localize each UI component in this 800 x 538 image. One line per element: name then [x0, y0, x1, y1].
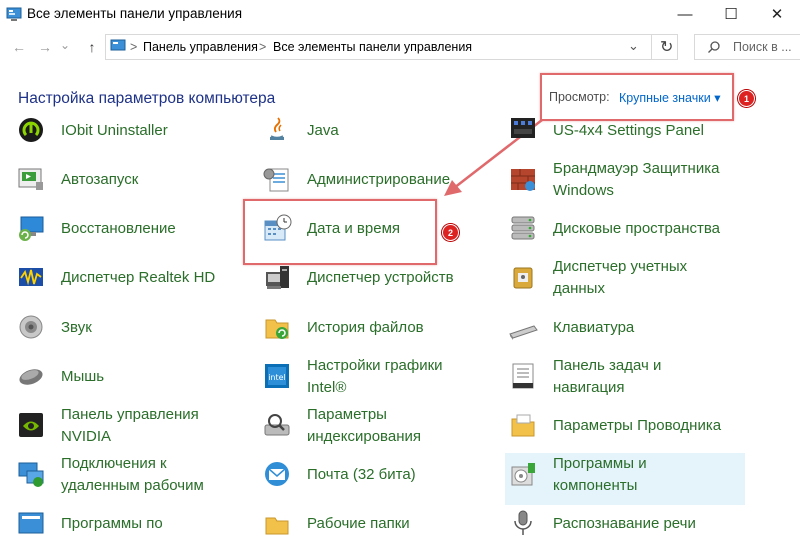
- keyboard-icon: [509, 325, 538, 340]
- recent-locations-button[interactable]: ⌄: [58, 35, 72, 55]
- svg-text:intel: intel: [268, 373, 286, 382]
- control-panel-item-label: Панель задач и навигация: [553, 357, 662, 396]
- control-panel-item-label: Клавиатура: [553, 319, 635, 336]
- view-label: Просмотр:: [549, 90, 610, 104]
- programs-features-icon: [511, 463, 535, 486]
- breadcrumb-separator: >: [130, 40, 138, 54]
- window-title: Все элементы панели управления: [27, 6, 243, 21]
- control-panel-item-label: Автозапуск: [61, 171, 139, 188]
- address-dropdown-button[interactable]: ⌄: [628, 38, 639, 54]
- minimize-button[interactable]: —: [662, 0, 708, 28]
- iobit-icon: [19, 118, 43, 142]
- storage-spaces-icon: [511, 216, 535, 240]
- default-programs-icon: [18, 512, 44, 534]
- control-panel-item-label: Распознавание речи: [553, 515, 696, 532]
- credential-manager-icon: [513, 267, 533, 289]
- control-panel-item-label: Почта (32 бита): [307, 466, 416, 483]
- view-mode-dropdown[interactable]: Крупные значки ▾: [619, 90, 720, 105]
- control-panel-item-label: Панель управления NVIDIA: [61, 406, 199, 445]
- work-folders-icon: [265, 517, 289, 535]
- control-panel-item-label: История файлов: [307, 319, 424, 336]
- view-mode-value: Крупные значки: [619, 91, 711, 105]
- maximize-button[interactable]: ☐: [708, 0, 754, 28]
- device-manager-icon: [266, 266, 289, 289]
- search-placeholder: Поиск в ...: [733, 40, 792, 54]
- control-panel-item-label: Параметры индексирования: [307, 406, 421, 445]
- control-panel-item-label: Программы и компоненты: [553, 455, 647, 494]
- control-panel-item-label: Дата и время: [307, 220, 401, 237]
- caret-down-icon: ▾: [714, 91, 721, 105]
- date-time-icon: [264, 214, 292, 241]
- arrow-up-icon: ↑: [88, 39, 96, 55]
- control-panel-item-label: US-4x4 Settings Panel: [553, 122, 704, 139]
- recovery-icon: [19, 216, 44, 241]
- step-badge-1: 1: [738, 90, 755, 107]
- control-panel-item-label: Брандмауэр Защитника Windows: [553, 160, 720, 199]
- annotation-arrow: [444, 119, 543, 196]
- page-title: Настройка параметров компьютера: [18, 90, 276, 107]
- control-panel-item-label: IObit Uninstaller: [61, 122, 168, 139]
- indexing-icon: [264, 414, 290, 436]
- sound-icon: [19, 315, 43, 339]
- arrow-right-icon: →: [38, 39, 52, 55]
- mouse-icon: [19, 369, 43, 385]
- control-panel-item-label: Рабочие папки: [307, 515, 410, 532]
- title-bar: Все элементы панели управления — ☐ ✕: [0, 0, 800, 30]
- control-panel-item-label: Диспетчер учетных данных: [553, 258, 688, 297]
- mail-icon: [265, 462, 289, 486]
- control-panel-item-label: Java: [307, 122, 339, 139]
- control-panel-item-label: Дисковые пространства: [553, 220, 721, 237]
- forward-button[interactable]: →: [34, 37, 56, 57]
- taskbar-icon: [512, 363, 534, 389]
- breadcrumb-control-panel[interactable]: Панель управления: [143, 40, 258, 54]
- admin-tools-icon: [263, 168, 289, 192]
- speech-icon: [514, 510, 532, 535]
- search-icon: [708, 41, 720, 53]
- intel-graphics-icon: intel: [265, 364, 289, 388]
- breadcrumb-separator: >: [259, 40, 267, 54]
- file-history-icon: [265, 319, 289, 339]
- explorer-options-icon: [511, 414, 535, 437]
- java-icon: [270, 117, 284, 140]
- close-icon: ✕: [770, 6, 784, 23]
- nvidia-icon: [19, 413, 43, 437]
- close-button[interactable]: ✕: [754, 0, 800, 28]
- us4x4-icon: [511, 118, 535, 138]
- control-panel-item-label: Подключения к удаленным рабочим: [61, 455, 204, 494]
- firewall-icon: [511, 169, 535, 191]
- step-badge-2: 2: [442, 224, 459, 241]
- minimize-icon: —: [677, 5, 693, 23]
- divider: [651, 35, 652, 59]
- control-panel-item-label: Звук: [61, 319, 92, 336]
- autoplay-icon: [18, 168, 43, 190]
- control-panel-item-label: Администрирование: [307, 171, 451, 188]
- address-control-panel-icon: [110, 39, 126, 51]
- control-panel-item-label: Восстановление: [61, 220, 176, 237]
- control-panel-item-label: Программы по: [61, 515, 163, 532]
- control-panel-item-label: Параметры Проводника: [553, 417, 722, 434]
- remote-desktop-icon: [18, 462, 44, 487]
- realtek-icon: [19, 268, 43, 286]
- control-panel-item-label: Мышь: [61, 368, 105, 385]
- arrow-left-icon: ←: [12, 39, 26, 55]
- chevron-down-icon: ⌄: [59, 38, 71, 52]
- refresh-button[interactable]: ↻: [660, 37, 673, 57]
- control-panel-item-label: Диспетчер Realtek HD: [61, 269, 216, 286]
- maximize-icon: ☐: [724, 6, 738, 23]
- back-button[interactable]: ←: [8, 37, 30, 57]
- control-panel-item-label: Настройки графики Intel®: [307, 357, 443, 396]
- breadcrumb-all-items[interactable]: Все элементы панели управления: [273, 40, 472, 54]
- up-button[interactable]: ↑: [81, 37, 103, 57]
- control-panel-item-label: Диспетчер устройств: [307, 269, 454, 286]
- control-panel-icon: [6, 7, 22, 21]
